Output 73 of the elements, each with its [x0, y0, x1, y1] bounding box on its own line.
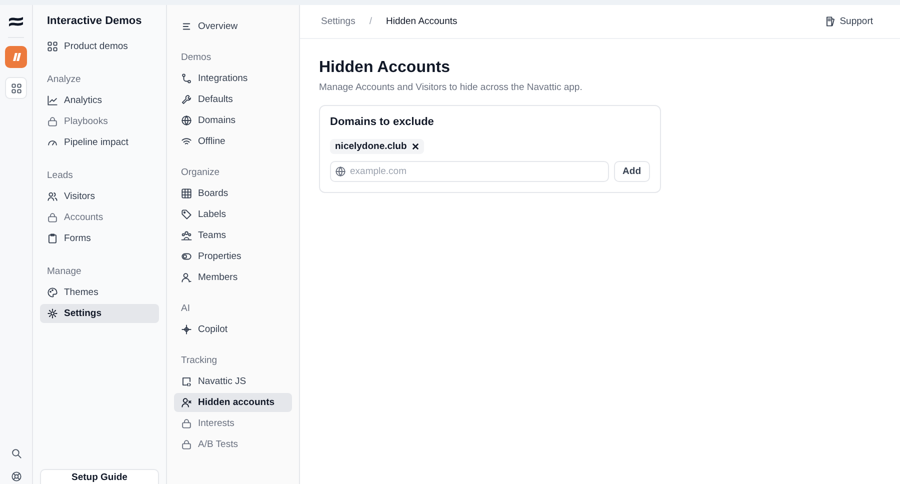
users-icon [47, 191, 58, 202]
list-icon [181, 21, 192, 32]
support-link[interactable]: Support [824, 16, 873, 27]
table-icon [181, 188, 192, 199]
nav-item[interactable]: Teams [174, 226, 292, 245]
nav-item[interactable]: Accounts [40, 208, 159, 227]
nav-item[interactable]: Forms [40, 229, 159, 248]
grid-icon [10, 82, 22, 94]
grid-button[interactable] [5, 77, 27, 99]
nav-item[interactable]: Interests [174, 414, 292, 433]
nav-item[interactable]: Copilot [174, 320, 292, 339]
app-logo-icon[interactable] [5, 46, 27, 68]
nav-item[interactable]: Navattic JS [174, 372, 292, 391]
section-heading: Leads [46, 170, 74, 181]
nav-item[interactable]: Offline [174, 132, 292, 151]
nav-item[interactable]: Themes [40, 283, 159, 302]
workspace-title: Interactive Demos [46, 15, 143, 29]
tag-label: nicelydone.club [335, 141, 407, 152]
wifi-icon [181, 136, 192, 147]
nav-item[interactable]: Properties [174, 247, 292, 266]
nav-item[interactable]: Settings [40, 304, 159, 323]
nav-item[interactable]: Defaults [174, 90, 292, 109]
grid-icon [47, 41, 58, 52]
logo-icon[interactable] [7, 15, 25, 29]
nav-item[interactable]: Members [174, 268, 292, 287]
clipboard-icon [47, 233, 58, 244]
user-x-icon [181, 397, 192, 408]
card-title: Domains to exclude [330, 116, 435, 128]
nav-item[interactable]: Integrations [174, 69, 292, 88]
setup-guide-button[interactable]: Setup Guide [40, 469, 159, 484]
section-heading: Demos [180, 52, 212, 63]
line-chart-icon [47, 95, 58, 106]
lock-icon [181, 439, 192, 450]
nav-item[interactable]: A/B Tests [174, 435, 292, 454]
close-icon[interactable] [412, 143, 419, 150]
lock-icon [47, 212, 58, 223]
nav-item[interactable]: Analytics [40, 91, 159, 110]
breadcrumb-separator: / [369, 16, 372, 27]
nav-item[interactable]: Pipeline impact [40, 133, 159, 152]
add-button[interactable]: Add [614, 161, 650, 182]
palette-icon [47, 287, 58, 298]
nav-item[interactable]: Visitors [40, 187, 159, 206]
nav-item[interactable]: Domains [174, 111, 292, 130]
book-icon [824, 16, 836, 27]
nav-item[interactable]: Hidden accounts [174, 393, 292, 412]
domain-input-field[interactable]: example.com [330, 161, 609, 182]
page-description: Manage Accounts and Visitors to hide across the Navattic app. [319, 82, 584, 93]
nav-item[interactable]: Product demos [40, 37, 159, 56]
section-heading: Tracking [180, 355, 218, 366]
nav-item[interactable]: Playbooks [40, 112, 159, 131]
nav-item[interactable]: Overview [174, 17, 292, 36]
lock-icon [47, 116, 58, 127]
breadcrumb-item[interactable]: Settings [321, 16, 356, 27]
branch-icon [181, 73, 192, 84]
user-icon [181, 272, 192, 283]
section-heading: Manage [46, 266, 82, 277]
section-heading: Organize [180, 167, 221, 178]
page-title: Hidden Accounts [319, 59, 451, 77]
lock-icon [181, 418, 192, 429]
code-file-icon [181, 376, 192, 387]
nav-item[interactable]: Labels [174, 205, 292, 224]
section-heading: AI [180, 303, 191, 314]
globe-icon [335, 166, 346, 177]
team-icon [181, 230, 192, 241]
breadcrumb-item: Hidden Accounts [386, 16, 458, 27]
search-icon [10, 448, 22, 459]
toggle-icon [181, 251, 192, 262]
help-icon [10, 471, 22, 482]
nav-item[interactable]: Boards [174, 184, 292, 203]
tag-icon [181, 209, 192, 220]
wrench-icon [181, 94, 192, 105]
section-heading: Analyze [46, 74, 82, 85]
globe-icon [181, 115, 192, 126]
